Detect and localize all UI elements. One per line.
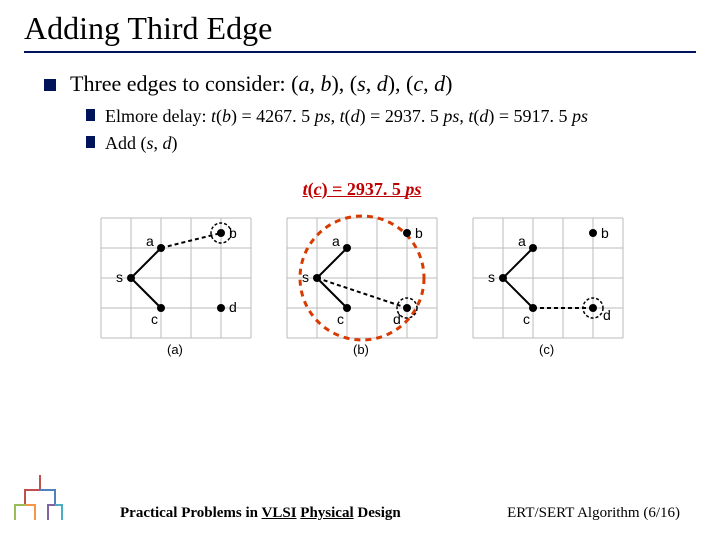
sub-bullet-2-text: Add (s, d) [105, 130, 178, 157]
sub-bullet-1-text: Elmore delay: t(b) = 4267. 5 ps, t(d) = … [105, 103, 588, 130]
diagram-c: s a b c d (c) [463, 208, 633, 363]
footer-left: Practical Problems in VLSI Physical Desi… [120, 505, 401, 522]
sub-bullet-2: Add (s, d) [86, 130, 680, 157]
node-label-d: d [229, 299, 237, 315]
diagram-caption-c: (c) [539, 342, 554, 357]
tick-bullet-icon [86, 109, 95, 121]
node-label-d: d [393, 311, 401, 327]
node-label-s: s [116, 269, 123, 285]
diagram-caption-b: (b) [353, 342, 369, 357]
diagram-row: s a b c d (a) s a [44, 208, 680, 363]
diagram-c-svg: s a b c d (c) [463, 208, 633, 358]
diagram-b-svg: s a b c d (b) [277, 208, 447, 358]
node-label-s: s [302, 269, 309, 285]
node-label-b: b [601, 225, 609, 241]
node-label-a: a [146, 233, 154, 249]
node-label-c: c [151, 311, 158, 327]
diagram-caption-a: (a) [167, 342, 183, 357]
node-label-b: b [415, 225, 423, 241]
highlight-label: t(c) = 2937. 5 ps [44, 179, 680, 200]
diagram-a: s a b c d (a) [91, 208, 261, 363]
diagram-b: s a b c d (b) [277, 208, 447, 363]
diagram-a-svg: s a b c d (a) [91, 208, 261, 358]
main-bullet-row: Three edges to consider: (a, b), (s, d),… [44, 71, 680, 97]
sub-bullet-1: Elmore delay: t(b) = 4267. 5 ps, t(d) = … [86, 103, 680, 130]
slide-title: Adding Third Edge [24, 10, 696, 53]
tick-bullet-icon [86, 136, 95, 148]
footer-right: ERT/SERT Algorithm (6/16) [507, 505, 680, 522]
square-bullet-icon [44, 79, 56, 91]
node-label-d: d [603, 307, 611, 323]
node-label-b: b [229, 225, 237, 241]
node-label-a: a [332, 233, 340, 249]
main-bullet-text: Three edges to consider: (a, b), (s, d),… [70, 71, 452, 97]
node-label-a: a [518, 233, 526, 249]
node-label-c: c [523, 311, 530, 327]
node-label-c: c [337, 311, 344, 327]
node-label-s: s [488, 269, 495, 285]
